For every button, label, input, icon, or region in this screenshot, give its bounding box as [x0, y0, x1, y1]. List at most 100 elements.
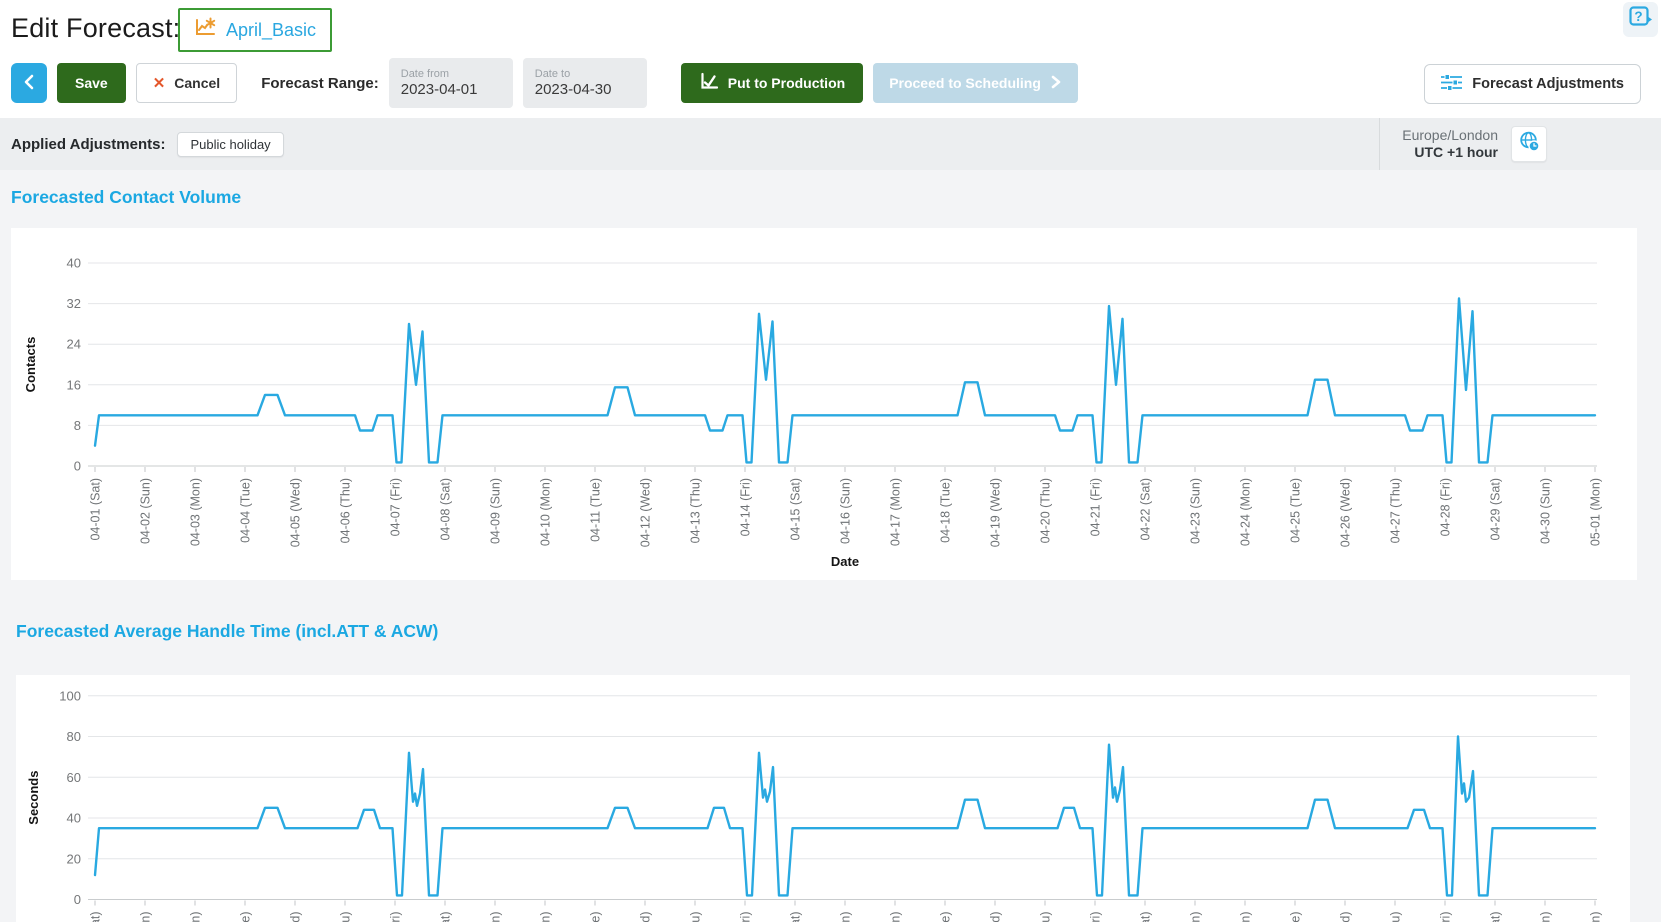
svg-text:8: 8 — [74, 418, 81, 433]
timezone-section: Europe/London UTC +1 hour — [1379, 118, 1547, 170]
put-to-production-label: Put to Production — [728, 75, 845, 91]
svg-text:04-30 (Sun): 04-30 (Sun) — [1539, 478, 1553, 544]
timezone-region: Europe/London — [1402, 127, 1498, 144]
svg-text:04-22 (Sat): 04-22 (Sat) — [1139, 478, 1153, 541]
svg-text:04-08 (Sat): 04-08 (Sat) — [439, 478, 453, 541]
date-to-label: Date to — [535, 67, 635, 81]
svg-text:04-21 (Fri): 04-21 (Fri) — [1089, 912, 1103, 922]
svg-text:04-24 (Mon): 04-24 (Mon) — [1239, 912, 1253, 922]
cancel-label: Cancel — [174, 75, 220, 91]
svg-text:04-10 (Mon): 04-10 (Mon) — [539, 912, 553, 922]
svg-text:04-28 (Fri): 04-28 (Fri) — [1439, 912, 1453, 922]
timezone-button[interactable] — [1511, 126, 1547, 162]
svg-text:04-12 (Wed): 04-12 (Wed) — [639, 478, 653, 547]
svg-text:20: 20 — [67, 851, 81, 866]
svg-text:04-02 (Sun): 04-02 (Sun) — [139, 912, 153, 922]
svg-text:Seconds: Seconds — [26, 771, 41, 825]
contact-volume-chart[interactable]: 081624324004-01 (Sat)04-02 (Sun)04-03 (M… — [11, 228, 1637, 580]
aht-title: Forecasted Average Handle Time (incl.ATT… — [16, 621, 438, 642]
svg-text:80: 80 — [67, 729, 81, 744]
globe-icon — [1518, 130, 1541, 158]
svg-text:04-13 (Thu): 04-13 (Thu) — [689, 478, 703, 543]
put-to-production-button[interactable]: Put to Production — [681, 63, 863, 103]
date-to-value: 2023-04-30 — [535, 81, 635, 99]
svg-text:04-17 (Mon): 04-17 (Mon) — [889, 912, 903, 922]
svg-text:04-07 (Fri): 04-07 (Fri) — [389, 912, 403, 922]
proceed-to-scheduling-button[interactable]: Proceed to Scheduling — [873, 63, 1078, 103]
chevron-left-icon — [22, 73, 36, 94]
forecast-chart-icon — [194, 17, 217, 43]
svg-text:04-18 (Tue): 04-18 (Tue) — [939, 912, 953, 922]
contact-volume-card: 081624324004-01 (Sat)04-02 (Sun)04-03 (M… — [11, 228, 1637, 580]
svg-text:05-01 (Mon): 05-01 (Mon) — [1589, 478, 1603, 546]
svg-text:32: 32 — [67, 296, 81, 311]
svg-text:04-20 (Thu): 04-20 (Thu) — [1039, 912, 1053, 922]
svg-text:16: 16 — [67, 377, 81, 392]
svg-text:04-14 (Fri): 04-14 (Fri) — [739, 912, 753, 922]
svg-text:0: 0 — [74, 459, 81, 474]
svg-text:04-05 (Wed): 04-05 (Wed) — [289, 478, 303, 547]
applied-adjustments-bar: Applied Adjustments: Public holiday Euro… — [0, 118, 1661, 170]
cancel-button[interactable]: ✕ Cancel — [136, 63, 238, 103]
svg-text:04-30 (Sun): 04-30 (Sun) — [1539, 912, 1553, 922]
forecast-adjustments-button[interactable]: Forecast Adjustments — [1424, 64, 1641, 104]
svg-text:0: 0 — [74, 892, 81, 907]
svg-text:04-13 (Thu): 04-13 (Thu) — [689, 912, 703, 922]
help-icon: ? — [1627, 4, 1654, 36]
page-title: Edit Forecast: — [11, 13, 180, 44]
production-chart-check-icon — [699, 72, 719, 95]
date-from-field[interactable]: Date from 2023-04-01 — [389, 58, 513, 108]
header: Edit Forecast: April_Basic — [0, 0, 1661, 118]
cancel-x-icon: ✕ — [153, 74, 166, 92]
svg-text:04-20 (Thu): 04-20 (Thu) — [1039, 478, 1053, 543]
svg-text:04-19 (Wed): 04-19 (Wed) — [989, 912, 1003, 922]
svg-text:04-16 (Sun): 04-16 (Sun) — [839, 912, 853, 922]
save-button[interactable]: Save — [57, 63, 126, 103]
forecast-adjustments-label: Forecast Adjustments — [1472, 76, 1624, 92]
svg-text:04-29 (Sat): 04-29 (Sat) — [1489, 478, 1503, 541]
forecast-name-box[interactable]: April_Basic — [178, 8, 332, 52]
back-button[interactable] — [11, 63, 47, 103]
svg-text:Contacts: Contacts — [23, 337, 38, 393]
chevron-right-icon — [1050, 73, 1062, 94]
svg-text:04-05 (Wed): 04-05 (Wed) — [289, 912, 303, 922]
aht-chart[interactable]: 02040608010004-01 (Sat)04-02 (Sun)04-03 … — [16, 675, 1630, 922]
svg-text:04-04 (Tue): 04-04 (Tue) — [239, 478, 253, 543]
save-label: Save — [75, 75, 108, 91]
aht-card: 02040608010004-01 (Sat)04-02 (Sun)04-03 … — [16, 675, 1630, 922]
svg-text:60: 60 — [67, 770, 81, 785]
svg-text:04-22 (Sat): 04-22 (Sat) — [1139, 912, 1153, 922]
svg-text:04-28 (Fri): 04-28 (Fri) — [1439, 478, 1453, 536]
svg-text:24: 24 — [67, 337, 81, 352]
svg-text:04-15 (Sat): 04-15 (Sat) — [789, 478, 803, 541]
help-button[interactable]: ? — [1623, 2, 1658, 37]
contact-volume-title: Forecasted Contact Volume — [11, 187, 241, 208]
svg-text:04-01 (Sat): 04-01 (Sat) — [89, 912, 103, 922]
svg-text:04-09 (Sun): 04-09 (Sun) — [489, 912, 503, 922]
svg-text:04-11 (Tue): 04-11 (Tue) — [589, 478, 603, 542]
svg-text:05-01 (Mon): 05-01 (Mon) — [1589, 912, 1603, 922]
svg-text:04-29 (Sat): 04-29 (Sat) — [1489, 912, 1503, 922]
svg-text:04-27 (Thu): 04-27 (Thu) — [1389, 478, 1403, 543]
svg-text:04-11 (Tue): 04-11 (Tue) — [589, 912, 603, 922]
svg-text:04-26 (Wed): 04-26 (Wed) — [1339, 478, 1353, 547]
forecast-name: April_Basic — [226, 20, 316, 41]
svg-text:04-25 (Tue): 04-25 (Tue) — [1289, 912, 1303, 922]
proceed-label: Proceed to Scheduling — [889, 75, 1041, 91]
date-from-value: 2023-04-01 — [401, 81, 501, 99]
applied-adjustments-label: Applied Adjustments: — [11, 136, 165, 153]
svg-text:04-06 (Thu): 04-06 (Thu) — [339, 912, 353, 922]
svg-text:04-24 (Mon): 04-24 (Mon) — [1239, 478, 1253, 546]
svg-text:04-07 (Fri): 04-07 (Fri) — [389, 478, 403, 536]
svg-text:04-06 (Thu): 04-06 (Thu) — [339, 478, 353, 543]
svg-text:04-12 (Wed): 04-12 (Wed) — [639, 912, 653, 922]
edit-forecast-page: Edit Forecast: April_Basic — [0, 0, 1661, 922]
toolbar: Save ✕ Cancel Forecast Range: Date from … — [11, 62, 1078, 104]
adjustment-chip-public-holiday[interactable]: Public holiday — [177, 132, 283, 157]
svg-text:40: 40 — [67, 811, 81, 826]
sliders-icon — [1441, 74, 1462, 95]
svg-text:04-23 (Sun): 04-23 (Sun) — [1189, 478, 1203, 544]
svg-text:04-09 (Sun): 04-09 (Sun) — [489, 478, 503, 544]
date-to-field[interactable]: Date to 2023-04-30 — [523, 58, 647, 108]
svg-text:04-16 (Sun): 04-16 (Sun) — [839, 478, 853, 544]
